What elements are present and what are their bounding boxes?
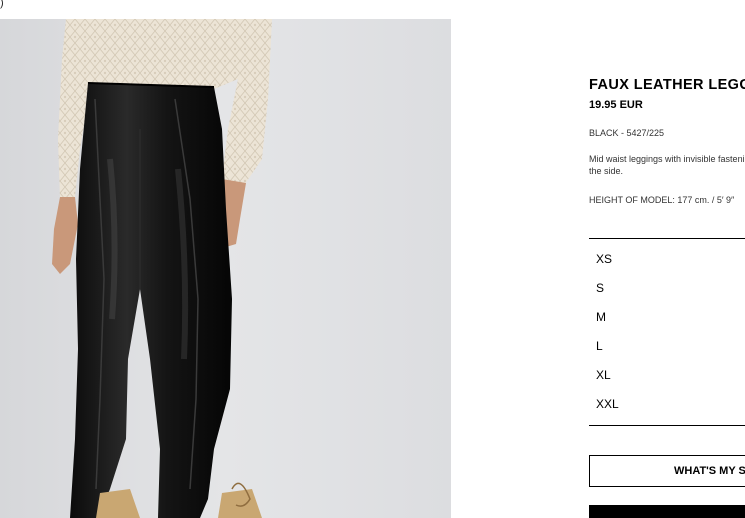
- size-option-xs[interactable]: XS: [589, 245, 745, 274]
- corner-glyph: ): [0, 0, 4, 9]
- sweater-body: [90, 19, 252, 89]
- product-image[interactable]: [0, 19, 451, 518]
- size-option-xxl[interactable]: XXL: [589, 390, 745, 419]
- size-option-xl[interactable]: XL: [589, 361, 745, 390]
- size-list-top-divider: [589, 238, 745, 239]
- product-title: FAUX LEATHER LEGGINGS: [589, 77, 745, 93]
- product-color-reference: BLACK - 5427/225: [589, 128, 665, 138]
- size-option-m[interactable]: M: [589, 303, 745, 332]
- product-page: ) FAUX LEATHER LEG 19.95 EUR BLACK - 542…: [0, 0, 745, 518]
- product-description: Mid waist leggings with invisible fasten…: [589, 154, 745, 176]
- size-list-bottom-divider: [589, 425, 745, 426]
- product-price: 19.95 EUR: [589, 99, 643, 111]
- model-height: HEIGHT OF MODEL: 177 cm. / 5′ 9″: [589, 195, 735, 205]
- size-guide-button[interactable]: WHAT'S MY SIZE?: [589, 455, 745, 487]
- product-info-panel: FAUX LEATHER LEGGINGS 19.95 EUR BLACK - …: [589, 0, 745, 518]
- add-to-basket-button[interactable]: [589, 505, 745, 518]
- size-option-s[interactable]: S: [589, 274, 745, 303]
- model-photo: [0, 19, 451, 518]
- size-option-l[interactable]: L: [589, 332, 745, 361]
- size-list: XS S M L XL XXL: [589, 245, 745, 419]
